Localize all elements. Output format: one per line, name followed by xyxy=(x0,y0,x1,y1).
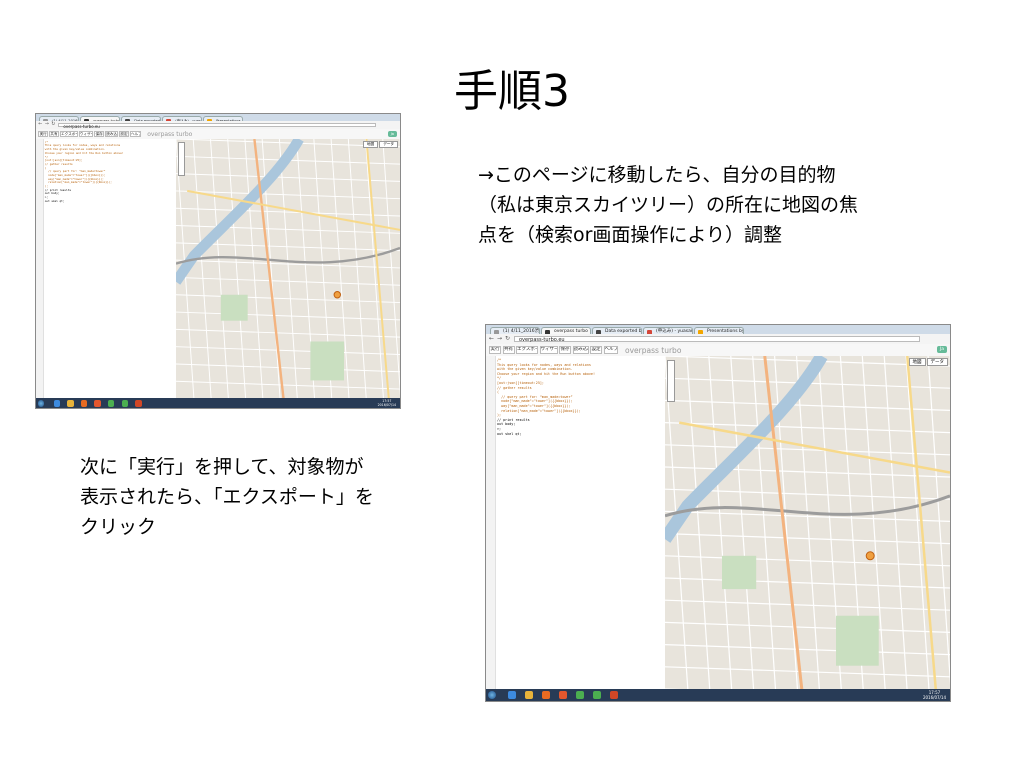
tab-map[interactable]: 地図 xyxy=(908,358,926,366)
map-view[interactable]: 地図 データ xyxy=(176,138,400,399)
firefox-icon[interactable] xyxy=(559,691,567,699)
overpass-brand: overpass turbo xyxy=(147,130,193,138)
map-view[interactable]: 地図 データ xyxy=(665,356,950,689)
map-data-tabs: 地図 データ xyxy=(908,358,948,366)
map-data-tabs: 地図 データ xyxy=(362,140,398,148)
instruction-navigate: →このページに移動したら、自分の目的物 （私は東京スカイツリー）の所在に地図の焦… xyxy=(478,160,948,250)
browser-tab[interactable]: Presentations by yuasa… xyxy=(694,327,744,334)
ie-icon[interactable] xyxy=(53,400,60,407)
map-zoom-controls[interactable] xyxy=(178,141,185,176)
back-icon[interactable]: ← xyxy=(489,335,494,342)
toolbar-button[interactable]: 設定 xyxy=(590,346,602,354)
ie-icon[interactable] xyxy=(508,691,516,699)
windows-taskbar: 17:57 2016/07/14 xyxy=(36,398,400,408)
instruction-line: 表示されたら、「エクスポート」を xyxy=(80,486,374,508)
query-code: /* This query looks for nodes, ways and r… xyxy=(44,140,124,204)
toolbar-button[interactable]: 実行 xyxy=(38,131,48,137)
toolbar-button[interactable]: 保存 xyxy=(94,131,104,137)
tab-map[interactable]: 地図 xyxy=(363,140,379,148)
toolbar-button[interactable]: 共有 xyxy=(502,346,515,354)
tab-data[interactable]: データ xyxy=(379,140,398,148)
forward-icon[interactable]: → xyxy=(497,335,502,342)
system-clock: 17:57 2016/07/14 xyxy=(378,400,396,408)
start-button-icon[interactable] xyxy=(488,691,496,699)
clock-date: 2016/07/14 xyxy=(377,403,396,408)
code-line: Choose your region and hit the Run butto… xyxy=(497,371,595,376)
overpass-brand: overpass turbo xyxy=(625,346,682,355)
toolbar-button[interactable]: 実行 xyxy=(489,346,501,354)
code-line: Choose your region and hit the Run butto… xyxy=(44,150,124,155)
instruction-line: →このページに移動したら、自分の目的物 xyxy=(478,164,836,186)
chrome-icon[interactable] xyxy=(121,400,128,407)
toolbar-button[interactable]: 読み込み xyxy=(105,131,118,137)
toolbar-button[interactable]: 共有 xyxy=(49,131,59,137)
instruction-line: クリック xyxy=(80,516,157,538)
toolbar-button[interactable]: 設定 xyxy=(119,131,129,137)
query-editor[interactable]: /* This query looks for nodes, ways and r… xyxy=(486,356,666,689)
query-editor[interactable]: /* This query looks for nodes, ways and r… xyxy=(36,138,177,399)
url-field[interactable]: overpass-turbo.eu xyxy=(58,123,376,129)
instruction-line: 点を（検索or画面操作により）調整 xyxy=(478,224,783,246)
instruction-run-export: 次に「実行」を押して、対象物が 表示されたら、「エクスポート」を クリック xyxy=(80,452,430,542)
code-line: relation["man_made"="tower"]({{bbox}}); xyxy=(44,180,112,185)
language-button[interactable]: Ja xyxy=(936,346,947,353)
toolbar-button[interactable]: 読み込み xyxy=(572,346,589,354)
browser-tab[interactable]: (申込み) - yuasam… xyxy=(643,327,693,334)
map-zoom-controls[interactable] xyxy=(667,360,675,402)
powerpoint-icon[interactable] xyxy=(135,400,142,407)
clock-date: 2016/07/14 xyxy=(922,694,946,700)
powerpoint-icon[interactable] xyxy=(610,691,618,699)
browser-tab[interactable]: Data exported by over… xyxy=(592,327,642,334)
toolbar-button[interactable]: ヘルプ xyxy=(130,131,142,137)
tab-data[interactable]: データ xyxy=(926,358,948,366)
line-number-gutter xyxy=(486,356,496,689)
back-icon[interactable]: ← xyxy=(38,122,42,127)
reload-icon[interactable]: ↻ xyxy=(505,335,510,342)
toolbar-button[interactable]: 保存 xyxy=(559,346,571,354)
toolbar-button[interactable]: エクスポート xyxy=(60,131,78,137)
media-player-icon[interactable] xyxy=(542,691,550,699)
folder-icon[interactable] xyxy=(525,691,533,699)
url-field[interactable]: overpass-turbo.eu xyxy=(514,336,920,343)
browser-tab[interactable]: (1) 4/11_2016渋谷版… xyxy=(490,327,540,334)
system-clock: 17:57 2016/07/14 xyxy=(922,690,946,701)
instruction-line: 次に「実行」を押して、対象物が xyxy=(80,456,364,478)
code-line: out skel qt; xyxy=(497,431,522,436)
toolbar-button[interactable]: ウィザード xyxy=(539,346,558,354)
language-button[interactable]: Ja xyxy=(387,131,397,138)
toolbar-button[interactable]: ヘルプ xyxy=(603,346,618,354)
reload-icon[interactable]: ↻ xyxy=(51,122,55,127)
screenshot-large: (1) 4/11_2016渋谷版…overpass turboData expo… xyxy=(485,324,951,702)
code-line: out skel qt; xyxy=(44,198,65,203)
windows-taskbar: 17:57 2016/07/14 xyxy=(486,689,950,701)
firefox-icon[interactable] xyxy=(94,400,101,407)
media-player-icon[interactable] xyxy=(80,400,88,407)
chrome-icon[interactable] xyxy=(576,691,584,699)
browser-tab[interactable]: overpass turbo xyxy=(541,327,591,334)
code-line: relation["man_made"="tower"]({{bbox}}); xyxy=(497,408,581,413)
toolbar-button[interactable]: ウィザード xyxy=(78,131,94,137)
start-button-icon[interactable] xyxy=(37,400,44,407)
chrome-icon[interactable] xyxy=(108,400,115,407)
chrome-icon[interactable] xyxy=(593,691,601,699)
instruction-line: （私は東京スカイツリー）の所在に地図の焦 xyxy=(478,194,859,216)
folder-icon[interactable] xyxy=(67,400,74,407)
line-number-gutter xyxy=(36,138,45,399)
forward-icon[interactable]: → xyxy=(45,122,49,127)
screenshot-small: (1) 4/11_2016渋谷版…overpass turboData expo… xyxy=(35,113,401,409)
toolbar-button[interactable]: エクスポート xyxy=(516,346,538,354)
query-code: /* This query looks for nodes, ways and r… xyxy=(497,358,595,436)
